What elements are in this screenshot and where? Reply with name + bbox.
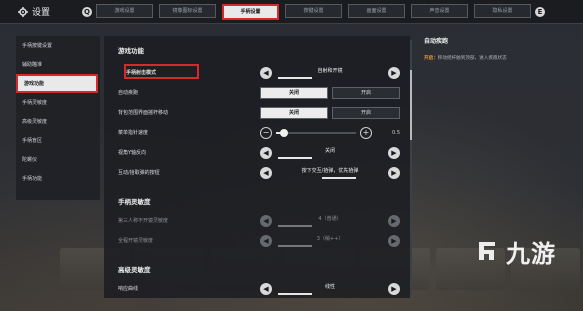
settings-title-text: 设置 xyxy=(32,8,51,18)
interact-button-value: 按下交互/拾弹，优先拾弹 xyxy=(301,168,359,174)
fire-mode-selector: ◀ 自射和开镜 ▶ xyxy=(260,66,400,79)
tab-keys[interactable]: 按键设置 xyxy=(285,3,342,18)
section-title-sensitivity: 手柄灵敏度 xyxy=(118,198,151,206)
third-person-value: 4（普通） xyxy=(318,216,342,222)
tab-privacy[interactable]: 隐私设置 xyxy=(474,3,531,18)
chevron-right-icon[interactable]: ▶ xyxy=(388,282,400,295)
scope-sensitivity-label: 全程开镜灵敏度 xyxy=(118,238,154,244)
aim-reverse-label: 视角Y轴反向 xyxy=(118,150,147,156)
scope-sensitivity-indicator xyxy=(278,245,312,247)
fire-mode-value-area: 自射和开镜 xyxy=(272,66,388,79)
section-title-advanced-sensitivity: 高级灵敏度 xyxy=(118,266,151,274)
tab-mirror[interactable]: 镜像图标设置 xyxy=(159,3,216,18)
watermark-text: 九游 xyxy=(506,239,556,268)
description-body: 开启：移动摇杆触到顶部，进入疾跑状态 xyxy=(424,55,574,62)
response-curve-selector: ◀ 线性 ▶ xyxy=(260,282,400,295)
chevron-right-icon[interactable]: ▶ xyxy=(388,146,400,159)
description-panel: 自动疾跑 开启：移动摇杆触到顶部，进入疾跑状态 xyxy=(424,36,574,62)
chevron-left-icon[interactable]: ◀ xyxy=(260,66,272,79)
slider-track[interactable] xyxy=(276,128,356,137)
row-third-person: 第三人称不开镜灵敏度 ◀ 4（普通） ▶ xyxy=(118,214,403,227)
settings-tabs: 游戏设置 镜像图标设置 手柄设置 按键设置 画面设置 声音设置 隐私设置 xyxy=(96,3,531,20)
scope-sensitivity-selector: ◀ 3（稍++） ▶ xyxy=(260,234,400,247)
bag-stick-label: 背包范围界面摇杆移动 xyxy=(118,110,169,116)
section-title-game-functions: 游戏功能 xyxy=(118,47,144,55)
minus-icon[interactable]: − xyxy=(260,126,272,139)
sidebar-item-gyroscope[interactable]: 陀螺仪 xyxy=(16,150,100,169)
chevron-right-icon[interactable]: ▶ xyxy=(388,166,400,179)
sidebar-item-deadzone[interactable]: 手柄盲区 xyxy=(16,131,100,150)
sidebar-item-controller-functions[interactable]: 手柄功能 xyxy=(16,169,100,188)
sidebar-item-aim-assist[interactable]: 辅助瞄准 xyxy=(16,55,100,74)
fire-mode-value: 自射和开镜 xyxy=(317,68,343,74)
tab-graphics[interactable]: 画面设置 xyxy=(348,3,405,18)
chevron-left-icon[interactable]: ◀ xyxy=(260,214,272,227)
bag-stick-toggle: 关闭 开启 xyxy=(260,106,400,119)
chevron-left-icon[interactable]: ◀ xyxy=(260,146,272,159)
menu-speed-value: 0.5 xyxy=(392,129,400,136)
aim-reverse-indicator xyxy=(278,157,312,159)
chevron-right-icon[interactable]: ▶ xyxy=(388,214,400,227)
menu-speed-slider: − + 0.5 xyxy=(260,126,400,139)
description-title: 自动疾跑 xyxy=(424,38,449,45)
chevron-right-icon[interactable]: ▶ xyxy=(388,66,400,79)
chevron-left-icon[interactable]: ◀ xyxy=(260,282,272,295)
sidebar-item-button-settings[interactable]: 手柄按键设置 xyxy=(16,36,100,55)
auto-run-on-button[interactable]: 开启 xyxy=(332,86,400,99)
watermark: 九游 xyxy=(474,236,574,268)
sidebar-item-sensitivity[interactable]: 手柄灵敏度 xyxy=(16,93,100,112)
response-curve-label: 响应曲线 xyxy=(118,286,139,292)
chevron-right-icon[interactable]: ▶ xyxy=(388,234,400,247)
sidebar-item-game-functions[interactable]: 游戏功能 xyxy=(16,74,98,93)
third-person-indicator xyxy=(278,225,312,227)
aim-reverse-selector: ◀ 关闭 ▶ xyxy=(260,146,400,159)
row-menu-speed: 菜单指针速度 − + 0.5 xyxy=(118,126,403,139)
fire-mode-label: 手柄射击模式 xyxy=(126,70,157,76)
row-response-curve: 响应曲线 ◀ 线性 ▶ xyxy=(118,282,403,295)
menu-speed-label: 菜单指针速度 xyxy=(118,130,149,136)
fire-mode-indicator xyxy=(278,77,312,79)
settings-title: 设置 xyxy=(0,5,82,18)
scrollbar[interactable] xyxy=(410,40,412,296)
bag-stick-off-button[interactable]: 关闭 xyxy=(260,106,328,119)
sidebar: 手柄按键设置 辅助瞄准 游戏功能 手柄灵敏度 高级灵敏度 手柄盲区 陀螺仪 手柄… xyxy=(16,36,100,200)
third-person-label: 第三人称不开镜灵敏度 xyxy=(118,218,169,224)
tab-controller[interactable]: 手柄设置 xyxy=(222,3,279,20)
auto-run-off-button[interactable]: 关闭 xyxy=(260,86,328,99)
response-curve-indicator xyxy=(278,293,312,295)
scrollbar-thumb[interactable] xyxy=(410,70,412,140)
chevron-left-icon[interactable]: ◀ xyxy=(260,166,272,179)
interact-button-selector: ◀ 按下交互/拾弹，优先拾弹 ▶ xyxy=(260,166,400,179)
third-person-selector: ◀ 4（普通） ▶ xyxy=(260,214,400,227)
bag-stick-on-button[interactable]: 开启 xyxy=(332,106,400,119)
description-tag: 开启： xyxy=(424,56,438,61)
row-scope-sensitivity: 全程开镜灵敏度 ◀ 3（稍++） ▶ xyxy=(118,234,403,247)
auto-run-label: 自动疾跑 xyxy=(118,90,139,96)
row-aim-reverse: 视角Y轴反向 ◀ 关闭 ▶ xyxy=(118,146,403,159)
gear-icon xyxy=(18,6,28,17)
settings-panel: 游戏功能 手柄射击模式 ◀ 自射和开镜 ▶ 自动疾跑 关闭 开启 背包范围界面摇… xyxy=(104,36,410,298)
interact-button-label: 互动/拾取弹的按钮 xyxy=(118,170,160,176)
e-key-icon[interactable]: E xyxy=(535,6,545,17)
sidebar-item-advanced-sensitivity[interactable]: 高级灵敏度 xyxy=(16,112,100,131)
description-text: 移动摇杆触到顶部，进入疾跑状态 xyxy=(437,56,507,61)
row-fire-mode: 手柄射击模式 ◀ 自射和开镜 ▶ xyxy=(118,66,403,79)
tab-game[interactable]: 游戏设置 xyxy=(96,3,153,18)
interact-button-indicator xyxy=(322,177,356,179)
slider-knob[interactable] xyxy=(280,128,288,137)
chevron-left-icon[interactable]: ◀ xyxy=(260,234,272,247)
row-interact-button: 互动/拾取弹的按钮 ◀ 按下交互/拾弹，优先拾弹 ▶ xyxy=(118,166,403,179)
aim-reverse-value: 关闭 xyxy=(324,148,335,154)
top-bar: 设置 Q 游戏设置 镜像图标设置 手柄设置 按键设置 画面设置 声音设置 隐私设… xyxy=(0,0,583,24)
scope-sensitivity-value: 3（稍++） xyxy=(316,236,344,242)
tab-sound[interactable]: 声音设置 xyxy=(411,3,468,18)
auto-run-toggle: 关闭 开启 xyxy=(260,86,400,99)
plus-icon[interactable]: + xyxy=(360,126,372,139)
q-key-icon[interactable]: Q xyxy=(82,6,92,17)
response-curve-value: 线性 xyxy=(324,284,335,290)
nine-game-logo-icon xyxy=(479,242,495,260)
row-auto-run: 自动疾跑 关闭 开启 xyxy=(118,86,403,99)
row-bag-stick: 背包范围界面摇杆移动 关闭 开启 xyxy=(118,106,403,119)
